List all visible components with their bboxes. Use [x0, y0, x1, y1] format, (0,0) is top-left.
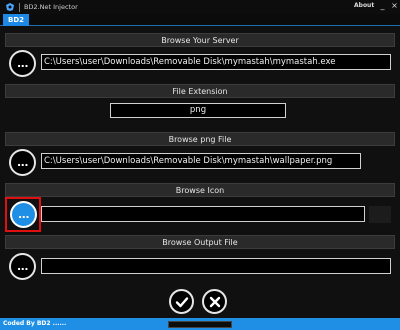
- browse-png-button[interactable]: ...: [9, 149, 36, 176]
- window-title: BD2.Net Injector: [24, 3, 78, 11]
- output-path-field[interactable]: [41, 258, 391, 274]
- output-section-header: Browse Output File: [5, 235, 395, 249]
- extension-section: File Extension: [5, 84, 395, 98]
- extension-section-header: File Extension: [5, 84, 395, 98]
- minimize-button[interactable]: _: [377, 0, 388, 12]
- browse-output-button-label: ...: [16, 260, 29, 273]
- png-section-header: Browse png File: [5, 132, 395, 146]
- icon-section: Browse Icon: [5, 183, 395, 197]
- tab-bd2[interactable]: BD2: [3, 14, 29, 26]
- status-bar: Coded By BD2 ......: [0, 318, 400, 330]
- server-section: Browse Your Server: [5, 33, 395, 47]
- about-link[interactable]: About: [354, 2, 374, 9]
- browse-server-button[interactable]: ...: [9, 50, 36, 77]
- server-path-field[interactable]: C:\Users\user\Downloads\Removable Disk\m…: [41, 54, 391, 70]
- browse-output-button[interactable]: ...: [9, 253, 36, 280]
- checkmark-icon: [175, 296, 188, 307]
- cancel-button[interactable]: [202, 289, 227, 314]
- close-button[interactable]: ×: [389, 0, 400, 12]
- browse-png-button-label: ...: [16, 156, 29, 169]
- browse-icon-button-label: ...: [17, 208, 30, 221]
- output-section: Browse Output File: [5, 235, 395, 249]
- png-path-field[interactable]: C:\Users\user\Downloads\Removable Disk\m…: [41, 153, 361, 169]
- file-extension-field[interactable]: png: [110, 103, 286, 118]
- icon-path-field[interactable]: [41, 206, 365, 222]
- x-icon: [209, 296, 220, 307]
- browse-server-button-label: ...: [16, 57, 29, 70]
- confirm-button[interactable]: [169, 289, 194, 314]
- server-section-header: Browse Your Server: [5, 33, 395, 47]
- browse-icon-button[interactable]: ...: [10, 201, 37, 228]
- icon-section-header: Browse Icon: [5, 183, 395, 197]
- app-logo-icon: [4, 1, 16, 13]
- tab-bar: BD2: [0, 14, 400, 26]
- progress-bar: [168, 321, 232, 328]
- title-bar: BD2.Net Injector About _ ×: [0, 0, 400, 14]
- png-section: Browse png File: [5, 132, 395, 146]
- status-text: Coded By BD2 ......: [3, 320, 67, 327]
- icon-preview: [369, 206, 391, 223]
- title-separator: [19, 2, 20, 12]
